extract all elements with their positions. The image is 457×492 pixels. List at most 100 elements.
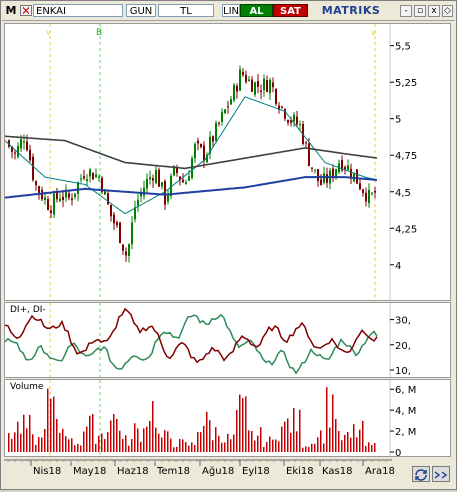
price-candle — [344, 167, 346, 170]
price-candle — [224, 109, 226, 114]
matriks-menu-button[interactable]: M — [4, 4, 18, 17]
volume-tick-label: 4, M — [395, 406, 416, 417]
month-label: Ağu18 — [202, 465, 234, 477]
price-candle — [254, 82, 256, 95]
volume-bar — [344, 434, 346, 452]
price-candle — [245, 74, 247, 83]
price-candle — [296, 116, 298, 125]
volume-bar — [266, 441, 268, 452]
close-button[interactable]: x — [428, 5, 440, 17]
chart-type-select[interactable]: LIN — [222, 4, 240, 17]
volume-bar — [137, 428, 139, 452]
volume-bar — [41, 437, 43, 452]
month-label: Ara18 — [365, 466, 395, 477]
volume-bar — [374, 443, 376, 452]
price-candle — [32, 156, 34, 181]
minimize-button[interactable]: - — [400, 5, 412, 17]
price-candle — [275, 88, 277, 104]
price-candle — [122, 244, 124, 251]
volume-panel[interactable]: 6, M 4, M 2, M 0 Volume — [4, 379, 451, 457]
price-candle — [47, 199, 49, 210]
volume-bar — [23, 414, 25, 452]
unit-select[interactable]: TL — [158, 4, 214, 17]
period-select[interactable]: GUN — [126, 4, 156, 17]
volume-bar — [47, 388, 49, 452]
refresh-icon[interactable] — [412, 466, 430, 482]
price-candle — [197, 140, 199, 144]
price-candle — [188, 176, 190, 181]
price-panel[interactable]: Bv v 5,5 5,25 5 4,75 4,5 4,25 4 — [4, 23, 451, 301]
volume-bar — [11, 438, 13, 452]
volume-bar — [284, 421, 286, 452]
di-panel[interactable]: 30, 20, 10, DI+, DI- — [4, 302, 451, 378]
sell-button[interactable]: SAT — [273, 4, 308, 17]
price-tick-label: 4 — [395, 261, 401, 272]
volume-bar — [125, 435, 127, 452]
price-candle — [116, 222, 118, 226]
price-candle — [71, 198, 73, 201]
price-candle — [350, 169, 352, 178]
volume-bar — [92, 414, 94, 452]
price-candle — [230, 99, 232, 105]
price-candle — [218, 122, 220, 124]
volume-bar — [104, 439, 106, 452]
price-candle — [161, 182, 163, 187]
price-candle — [248, 79, 250, 81]
volume-bar — [101, 433, 103, 452]
symbol-flag-icon[interactable] — [20, 5, 32, 16]
price-candle — [260, 90, 262, 92]
volume-bar — [161, 437, 163, 452]
volume-bar — [221, 442, 223, 452]
price-tick-label: 5,5 — [395, 42, 411, 53]
volume-bar — [203, 425, 205, 452]
volume-bar — [314, 443, 316, 452]
price-candle — [371, 192, 373, 194]
volume-bar — [257, 435, 259, 452]
volume-bar — [128, 445, 130, 452]
price-candle — [83, 176, 85, 179]
price-candle — [272, 82, 274, 88]
volume-bar — [20, 433, 22, 452]
price-candle — [119, 222, 121, 243]
volume-bar — [230, 439, 232, 452]
price-candle — [233, 84, 235, 101]
moving-average-short-line — [5, 96, 378, 215]
price-candle — [314, 169, 316, 171]
volume-bar — [278, 441, 280, 452]
symbol-input[interactable]: ENKAI — [33, 4, 123, 17]
pin-icon[interactable]: ◇ — [442, 5, 453, 17]
volume-bar — [326, 387, 328, 452]
scroll-arrows-icon[interactable] — [432, 466, 450, 482]
price-candle — [269, 79, 271, 93]
volume-bar — [299, 409, 301, 452]
di-tick-label: 30, — [395, 316, 411, 327]
volume-bar — [218, 435, 220, 452]
volume-bar — [59, 433, 61, 452]
volume-bar — [248, 430, 250, 452]
volume-bar — [338, 430, 340, 452]
price-candle — [359, 183, 361, 190]
buy-button[interactable]: AL — [240, 4, 273, 17]
volume-bar — [62, 428, 64, 452]
month-label: Eyl18 — [242, 466, 270, 477]
price-tick-label: 5 — [395, 115, 401, 126]
volume-bar — [110, 420, 112, 452]
volume-bar — [179, 438, 181, 452]
maximize-button[interactable]: ▫ — [414, 5, 426, 17]
price-candle — [287, 120, 289, 123]
volume-bar — [356, 437, 358, 452]
volume-bar — [98, 435, 100, 452]
volume-bar — [233, 434, 235, 452]
price-candle — [152, 178, 154, 181]
volume-bar — [86, 426, 88, 452]
price-candle — [281, 106, 283, 108]
volume-bar — [188, 445, 190, 452]
price-candle — [35, 181, 37, 186]
price-candle — [299, 124, 301, 126]
volume-bar — [245, 396, 247, 452]
volume-bar — [302, 447, 304, 452]
signal-marker: v — [371, 28, 376, 37]
volume-bar — [152, 401, 154, 452]
di-tick-label: 10, — [395, 366, 411, 377]
price-candle — [53, 193, 55, 215]
